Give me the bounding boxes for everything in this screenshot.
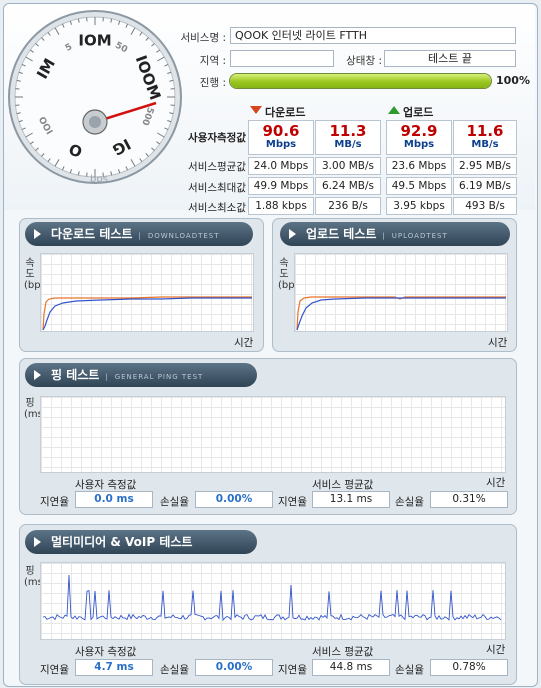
play-icon	[34, 370, 41, 380]
max-up-mbps: 49.5 Mbps	[386, 177, 452, 195]
progress-label: 진행 :	[199, 77, 226, 89]
measured-up-mbs: 11.6 MB/s	[453, 120, 517, 155]
voip-user-label: 사용자 측정값	[75, 646, 137, 658]
voip-service-latency-label: 지연율	[278, 664, 307, 676]
ping-user-latency-label: 지연율	[40, 496, 69, 508]
measured-down-mbs: 11.3 MB/s	[315, 120, 381, 155]
measured-down-mbps: 90.6 Mbps	[248, 120, 314, 155]
voip-user-latency: 4.7 ms	[75, 659, 153, 676]
voip-chart-lines	[42, 574, 502, 622]
min-label: 서비스최소값	[188, 202, 246, 214]
service-name-field: QOOK 인터넷 라이트 FTTH	[230, 27, 516, 44]
avg-down-mbs: 3.00 MB/s	[315, 157, 381, 175]
voip-service-loss: 0.78%	[430, 659, 508, 676]
voip-xlabel: 시간	[486, 644, 506, 656]
download-xlabel: 시간	[234, 337, 254, 349]
status-field: 테스트 끝	[384, 50, 516, 67]
max-up-mbs: 6.19 MB/s	[453, 177, 517, 195]
voip-service-label: 서비스 평균값	[312, 646, 374, 658]
play-icon	[289, 229, 296, 239]
avg-down-mbps: 24.0 Mbps	[248, 157, 314, 175]
voip-ylabel: 핑 (ms)	[24, 566, 47, 588]
download-header: 다운로드	[265, 106, 306, 119]
download-arrow-icon	[250, 106, 262, 114]
region-field	[230, 50, 334, 67]
play-icon	[34, 537, 41, 547]
upload-test-tab: 업로드 테스트 | UPLOADTEST	[280, 222, 510, 246]
upload-chart-lines	[296, 296, 506, 331]
max-down-mbps: 49.9 Mbps	[248, 177, 314, 195]
voip-service-latency: 44.8 ms	[312, 659, 390, 676]
ping-xlabel: 시간	[486, 477, 506, 489]
ping-service-latency-label: 지연율	[278, 496, 307, 508]
ping-user-latency: 0.0 ms	[75, 491, 153, 508]
voip-service-loss-label: 손실율	[395, 664, 424, 676]
upload-chart	[294, 253, 508, 332]
max-label: 서비스최대값	[188, 182, 246, 194]
region-label: 지역 :	[199, 55, 226, 67]
speed-gauge: IM5 IOM 50IOOM500IGOIOO bps	[8, 10, 182, 185]
upload-header: 업로드	[403, 106, 434, 119]
gauge-label: IOM	[78, 32, 111, 50]
min-up-kbps: 3.95 kbps	[386, 197, 452, 215]
progress-percent: 100%	[496, 74, 530, 87]
download-chart	[40, 253, 254, 332]
upload-xlabel: 시간	[488, 337, 508, 349]
avg-label: 서비스평균값	[188, 161, 246, 173]
avg-up-mbps: 23.6 Mbps	[386, 157, 452, 175]
measured-label: 사용자측정값	[188, 132, 246, 144]
min-down-bs: 236 B/s	[315, 197, 381, 215]
ping-service-latency: 13.1 ms	[312, 491, 390, 508]
ping-chart	[40, 396, 506, 473]
ping-service-loss-label: 손실율	[395, 496, 424, 508]
ping-service-label: 서비스 평균값	[312, 479, 374, 491]
progress-bar	[229, 73, 492, 89]
voip-test-tab: 멀티미디어 & VoIP 테스트	[25, 530, 257, 554]
voip-chart	[40, 562, 506, 640]
min-up-bs: 493 B/s	[453, 197, 517, 215]
status-label: 상태창 :	[346, 55, 382, 67]
gauge-unit: bps	[90, 174, 108, 185]
download-ylabel: 속도 (bps)	[24, 258, 50, 291]
download-chart-lines	[42, 296, 252, 331]
min-down-kbps: 1.88 kbps	[248, 197, 314, 215]
ping-user-loss: 0.00%	[195, 491, 273, 508]
avg-up-mbs: 2.95 MB/s	[453, 157, 517, 175]
ping-user-label: 사용자 측정값	[75, 479, 137, 491]
upload-ylabel: 속도 (bps)	[278, 258, 304, 291]
service-name-label: 서비스명 :	[180, 32, 226, 44]
voip-user-loss: 0.00%	[195, 659, 273, 676]
play-icon	[34, 229, 41, 239]
voip-user-latency-label: 지연율	[40, 664, 69, 676]
ping-test-tab: 핑 테스트 | GENERAL PING TEST	[25, 363, 257, 387]
upload-arrow-icon	[388, 106, 400, 114]
ping-user-loss-label: 손실율	[160, 496, 189, 508]
max-down-mbs: 6.24 MB/s	[315, 177, 381, 195]
measured-up-mbps: 92.9 Mbps	[386, 120, 452, 155]
download-test-tab: 다운로드 테스트 | DOWNLOADTEST	[25, 222, 253, 246]
progress-fill	[230, 74, 491, 88]
ping-service-loss: 0.31%	[430, 491, 508, 508]
ping-ylabel: 핑 (ms)	[24, 398, 47, 420]
voip-user-loss-label: 손실율	[160, 664, 189, 676]
